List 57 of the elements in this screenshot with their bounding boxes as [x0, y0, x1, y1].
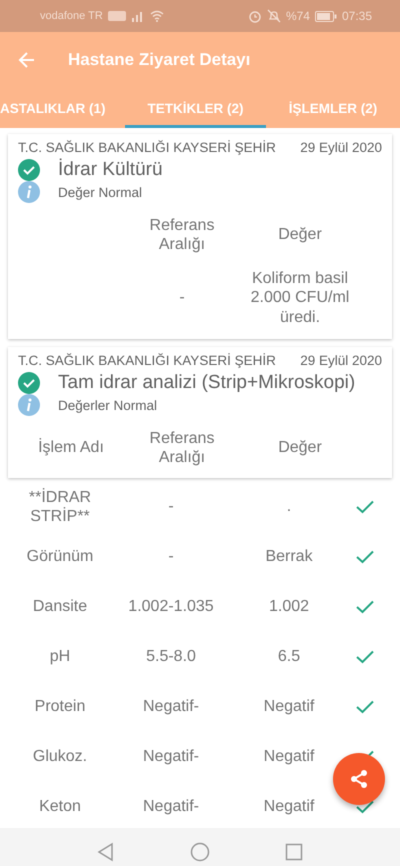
test-title: İdrar Kültürü — [58, 159, 163, 181]
column-header: Referans Aralığı — [148, 216, 216, 254]
table-cell-text: Negatif- — [142, 747, 200, 767]
battery-percent: %74 — [286, 9, 310, 23]
test-date: 29 Eylül 2020 — [300, 353, 382, 368]
column-header: Değer — [277, 225, 323, 245]
hospital-name: T.C. SAĞLIK BAKANLIĞI KAYSERİ ŞEHİR — [18, 353, 276, 368]
table-cell-text: 6.5 — [276, 647, 302, 667]
wifi-icon — [150, 10, 164, 22]
table-cell-text: 5.5-8.0 — [145, 647, 197, 667]
table-cell-text: Koliform basil 2.000 CFU/ml üredi. — [250, 269, 350, 327]
table-cell-text: - — [178, 288, 186, 308]
table-cell-text: pH — [48, 647, 72, 667]
table-cell-text: Glukoz. — [32, 747, 88, 767]
table-cell-text: Keton — [38, 797, 82, 817]
home-icon[interactable] — [190, 842, 210, 862]
table-cell-text: Berrak — [264, 547, 314, 567]
table-cell-text: Negatif — [262, 797, 316, 817]
test-title: Tam idrar analizi (Strip+Mikroskopi) — [58, 372, 356, 394]
network-badge-icon — [108, 11, 126, 21]
table-cell-text: Negatif — [262, 697, 316, 717]
bell-muted-icon — [266, 9, 281, 23]
alarm-icon — [248, 9, 262, 23]
carrier-name: vodafone TR — [40, 10, 103, 22]
table-cell-text: 1.002-1.035 — [127, 597, 215, 617]
table-cell-text: Görünüm — [26, 547, 94, 567]
battery-icon — [314, 10, 337, 22]
share-icon — [348, 768, 370, 790]
test-date: 29 Eylül 2020 — [300, 140, 382, 155]
table-cell-text: Negatif — [262, 747, 316, 767]
info-icon — [18, 394, 40, 416]
table-cell-text: Protein — [34, 697, 86, 717]
share-button[interactable] — [333, 753, 385, 805]
column-header: Değer — [277, 438, 323, 458]
tab[interactable]: ASTALIKLAR (1) — [0, 88, 125, 128]
table-cell-text: Dansite — [32, 597, 88, 617]
back-icon[interactable] — [96, 842, 116, 862]
column-header: Referans Aralığı — [148, 428, 216, 468]
status-text: Değerler Normal — [58, 398, 158, 412]
recents-icon[interactable] — [284, 842, 304, 862]
table-cell-text: - — [167, 547, 175, 567]
tab[interactable]: İŞLEMLER (2) — [266, 88, 400, 128]
table-cell-text: **İDRAR STRİP** — [28, 488, 92, 526]
table-cell-text: - — [167, 497, 175, 517]
screen-title: Hastane Ziyaret Detayı — [68, 50, 250, 70]
table-cell-text: Negatif- — [142, 697, 200, 717]
table-cell-text: . — [286, 497, 292, 517]
hospital-name: T.C. SAĞLIK BAKANLIĞI KAYSERİ ŞEHİR — [18, 140, 276, 155]
back-arrow-icon[interactable] — [17, 50, 37, 70]
status-text: Değer Normal — [58, 184, 142, 200]
table-cell-text: Negatif- — [142, 797, 200, 817]
column-header: İşlem Adı — [37, 438, 105, 458]
info-icon — [18, 181, 40, 203]
table-cell-text: 1.002 — [268, 597, 310, 617]
signal-icon — [130, 10, 145, 22]
clock-time: 07:35 — [342, 9, 372, 23]
tab[interactable]: TETKİKLER (2) — [125, 88, 266, 128]
